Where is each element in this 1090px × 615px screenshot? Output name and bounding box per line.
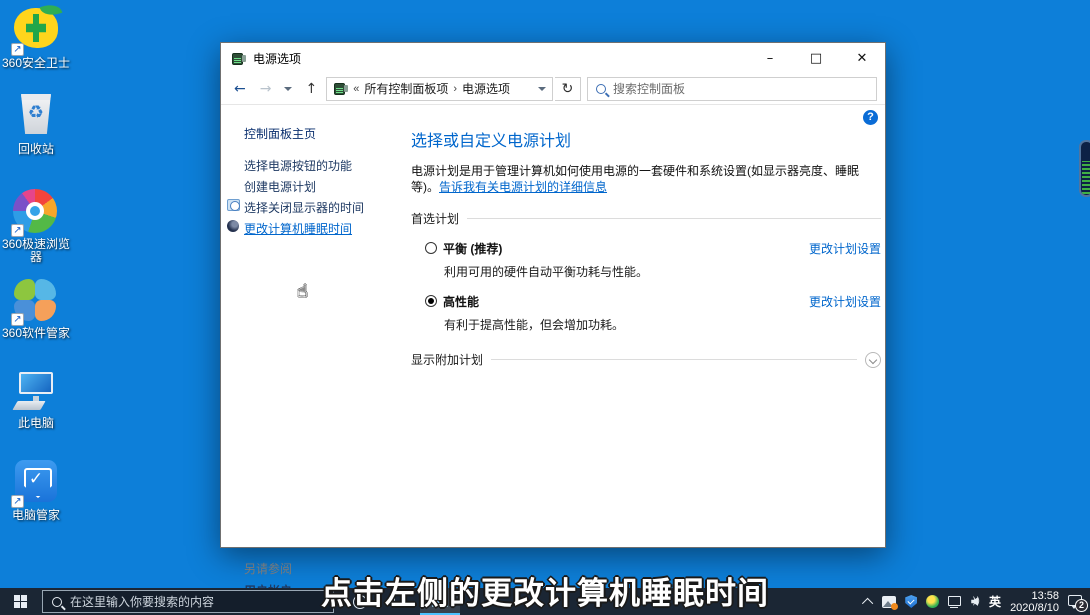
desktop-icon-this-pc[interactable]: 此电脑 [0,368,72,430]
plan-row-balanced: 平衡 (推荐) 更改计划设置 [411,240,881,257]
360-safety-shield-icon [14,8,58,48]
volume-level-fill [1082,161,1090,194]
breadcrumb-chevrons[interactable]: « [353,83,359,95]
maximize-button[interactable]: □ [793,43,839,73]
recent-pages-dropdown-icon[interactable] [284,86,293,91]
desktop-icon-360-browser[interactable]: ↗ 360极速浏览 器 [0,189,72,264]
search-placeholder: 搜索控制面板 [613,82,686,96]
desktop-icon-label: 电脑管家 [11,508,60,522]
power-options-window: 电源选项 – □ ✕ ← → ↑ « 所有控制面板项 › 电源选项 ↻ 搜索控制… [220,42,886,598]
desktop-icon-recycle-bin[interactable]: ♻ 回收站 [0,92,72,156]
section-divider [491,359,857,360]
high-performance-radio-button[interactable] [425,295,437,307]
tell-me-more-link[interactable]: 告诉我有关电源计划的详细信息 [439,180,607,194]
refresh-button[interactable]: ↻ [555,76,581,101]
change-plan-settings-link-balanced[interactable]: 更改计划设置 [809,240,881,257]
power-options-icon [231,51,246,66]
control-panel-search-input[interactable]: 搜索控制面板 [587,76,877,101]
window-titlebar[interactable]: 电源选项 – □ ✕ [221,43,885,73]
sleep-moon-icon [227,220,239,232]
sidebar-item-control-panel-home[interactable]: 控制面板主页 [244,125,316,142]
power-options-icon [333,81,349,96]
sidebar-item-change-sleep-time[interactable]: 更改计算机睡眠时间 [227,220,352,237]
shortcut-arrow-icon: ↗ [11,43,24,56]
sidebar-item-create-power-plan[interactable]: 创建电源计划 [244,178,316,195]
balanced-radio-button[interactable] [425,242,437,254]
address-dropdown-icon[interactable] [538,86,546,91]
forward-button: → [259,80,272,97]
main-content: 选择或自定义电源计划 电源计划是用于管理计算机如何使用电源的一套硬件和系统设置(… [411,105,881,547]
desktop-icon-label: 回收站 [17,142,54,156]
address-bar[interactable]: « 所有控制面板项 › 电源选项 [326,76,553,101]
this-pc-monitor-icon [12,368,59,414]
display-clock-icon [227,199,240,211]
plan-label[interactable]: 平衡 (推荐) [443,240,502,257]
volume-level-indicator [1079,140,1090,197]
plan-description: 利用可用的硬件自动平衡功耗与性能。 [444,265,649,279]
section-divider [467,218,881,219]
desktop-icon-label: 360安全卫士 [1,56,71,70]
minimize-button[interactable]: – [747,43,793,73]
plan-description: 有利于提高性能，但会增加功耗。 [444,318,625,332]
hand-pointer-cursor: ☝ [297,281,308,302]
breadcrumb-separator: › [453,82,458,95]
navigation-bar: ← → ↑ « 所有控制面板项 › 电源选项 ↻ 搜索控制面板 [221,73,885,105]
expand-additional-plans-icon[interactable] [865,351,881,368]
shortcut-arrow-icon: ↗ [11,495,24,508]
shortcut-arrow-icon: ↗ [11,224,24,237]
page-title: 选择或自定义电源计划 [411,133,572,150]
breadcrumb-all-control-panel-items[interactable]: 所有控制面板项 [364,80,448,97]
desktop-icon-label: 此电脑 [17,416,54,430]
desktop-icon-360-software[interactable]: ↗ 360软件管家 [0,278,72,340]
desktop-icon-label: 360软件管家 [1,326,71,340]
recycle-bin-icon: ♻ [21,94,51,134]
sidebar-item-power-button-function[interactable]: 选择电源按钮的功能 [244,157,352,174]
tutorial-subtitle: 点击左侧的更改计算机睡眠时间 [321,576,769,611]
desktop-icon-pc-manager[interactable]: ↗ 电脑管家 [0,458,72,522]
preferred-plans-section-header: 首选计划 [411,210,881,227]
search-icon [596,83,606,94]
up-button[interactable]: ↑ [298,81,324,97]
sidebar: 控制面板主页 选择电源按钮的功能 创建电源计划 选择关闭显示器的时间 更改计算机… [221,105,406,598]
additional-plans-section-header: 显示附加计划 [411,351,881,368]
plan-row-high-performance: 高性能 更改计划设置 [411,293,881,310]
shortcut-arrow-icon: ↗ [11,313,24,326]
window-body: ? 控制面板主页 选择电源按钮的功能 创建电源计划 选择关闭显示器的时间 更改计… [221,105,885,598]
breadcrumb-power-options[interactable]: 电源选项 [462,80,510,97]
desktop-icon-360-safety[interactable]: ↗ 360安全卫士 [0,6,72,70]
window-title: 电源选项 [253,51,302,66]
sidebar-item-display-off-time[interactable]: 选择关闭显示器的时间 [227,199,364,216]
desktop-icon-label: 360极速浏览 器 [1,237,71,264]
close-button[interactable]: ✕ [839,43,885,73]
back-button[interactable]: ← [227,81,253,97]
change-plan-settings-link-high-performance[interactable]: 更改计划设置 [809,293,881,310]
page-description: 电源计划是用于管理计算机如何使用电源的一套硬件和系统设置(如显示器亮度、睡眠等)… [411,164,859,194]
plan-label[interactable]: 高性能 [443,293,479,310]
